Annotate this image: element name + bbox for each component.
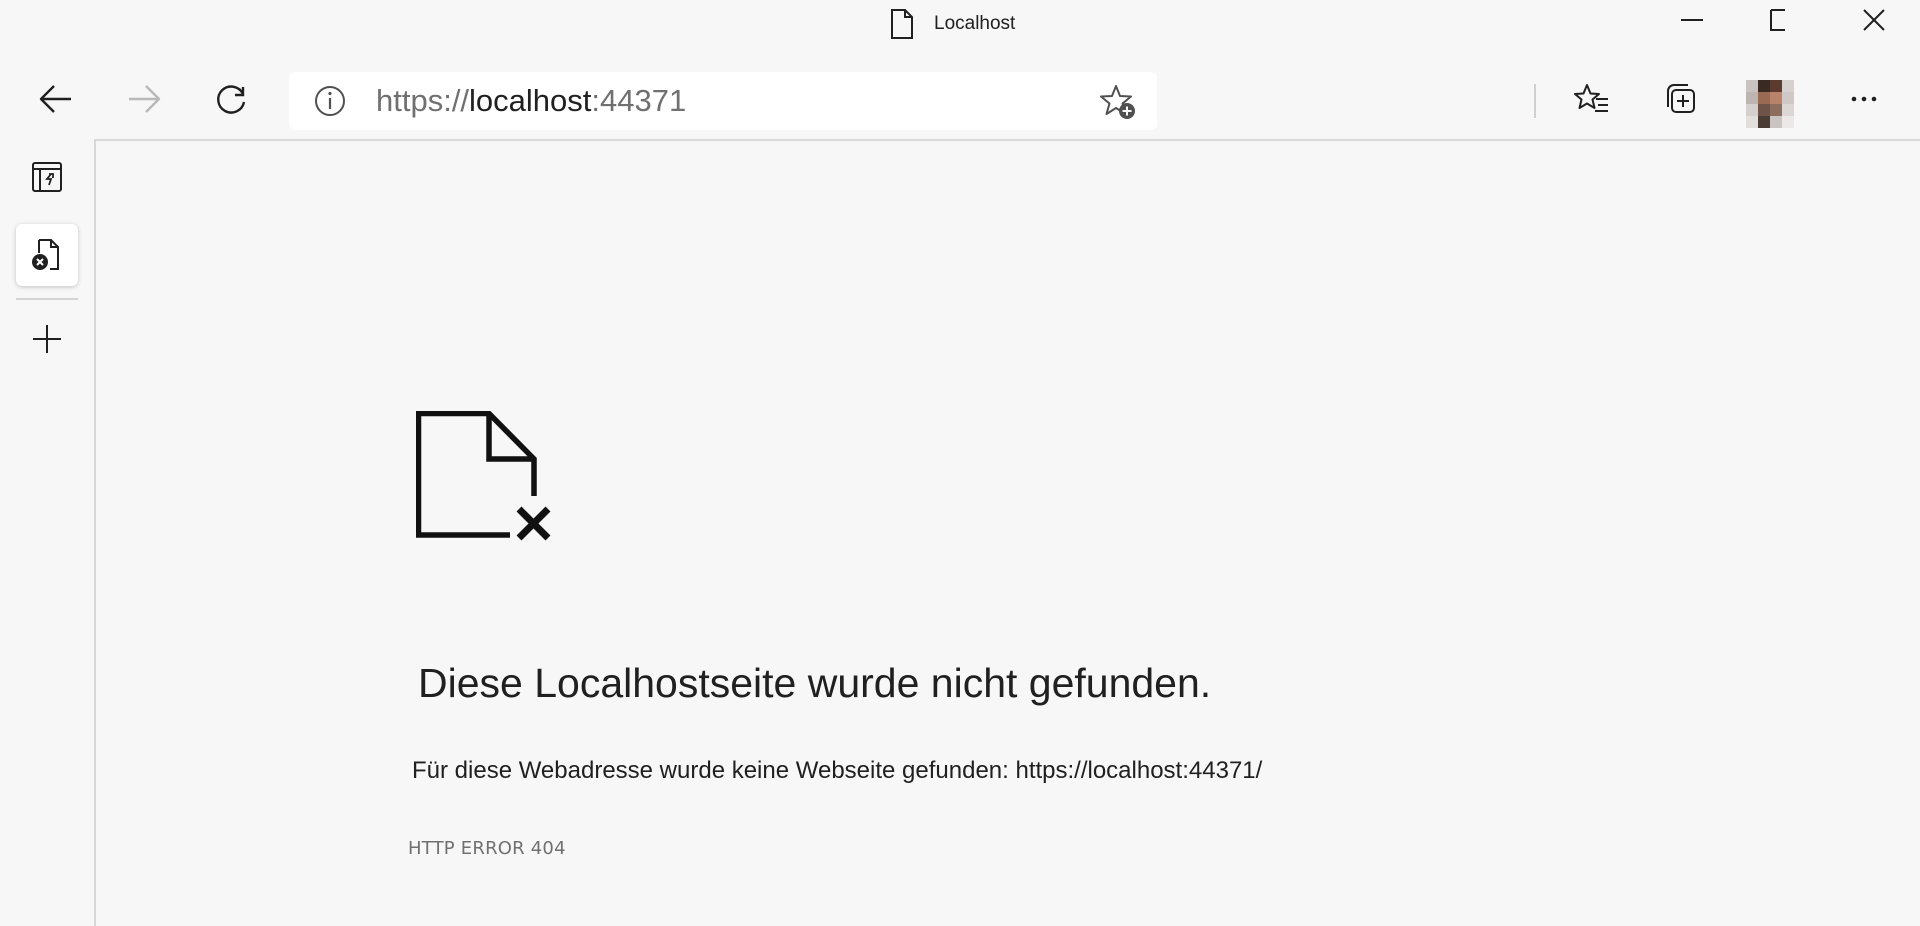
address-bar[interactable]: https://localhost:44371 [289,72,1157,130]
more-ellipsis-icon [1851,96,1877,102]
window-title-text: Localhost [934,13,1016,34]
reload-button[interactable] [208,75,256,123]
minimize-icon [1681,19,1703,21]
tab-localhost[interactable] [16,224,78,286]
url-scheme: https:// [376,83,470,118]
tab-actions-icon [32,162,62,192]
profile-avatar[interactable] [1746,80,1794,128]
arrow-left-icon [39,85,71,113]
reload-icon [217,85,246,114]
file-not-found-icon [416,411,551,541]
maximize-icon [1770,9,1785,31]
tab-actions-button[interactable] [16,146,78,208]
error-page-tab-icon [32,239,59,270]
navigation-toolbar: https://localhost:44371 [0,48,1920,140]
error-heading: Diese Localhostseite wurde nicht gefunde… [418,660,1212,706]
error-description: Für diese Webadresse wurde keine Webseit… [412,757,1263,784]
browser-window: Localhost https://localhost:44371 Diese … [0,0,1920,926]
close-icon [1863,9,1885,31]
maximize-button[interactable] [1748,4,1808,36]
error-code: HTTP ERROR 404 [408,838,566,859]
arrow-right-icon [129,85,161,113]
document-icon [891,9,913,39]
collections-icon [1667,84,1695,113]
url-host: localhost [469,83,592,118]
collections-button[interactable] [1656,75,1704,123]
add-favorite-star-icon[interactable] [1099,83,1137,121]
close-button[interactable] [1844,4,1904,36]
title-bar: Localhost [0,0,1920,48]
vertical-tabs-sidebar [0,140,94,926]
favorites-button[interactable] [1568,75,1616,123]
new-tab-button[interactable] [16,308,78,370]
favorites-list-icon [1574,84,1608,112]
more-menu-button[interactable] [1840,75,1888,123]
window-title: Localhost [888,8,1015,40]
url-text[interactable]: https://localhost:44371 [376,83,686,119]
toolbar-separator [1534,84,1536,118]
forward-button[interactable] [120,75,168,123]
sidebar-separator [16,298,78,300]
new-tab-plus-icon [33,325,61,353]
url-port: :44371 [591,83,687,118]
page-content: Diese Localhostseite wurde nicht gefunde… [96,141,1920,926]
info-icon[interactable] [313,84,347,118]
back-button[interactable] [32,75,80,123]
minimize-button[interactable] [1662,4,1722,36]
